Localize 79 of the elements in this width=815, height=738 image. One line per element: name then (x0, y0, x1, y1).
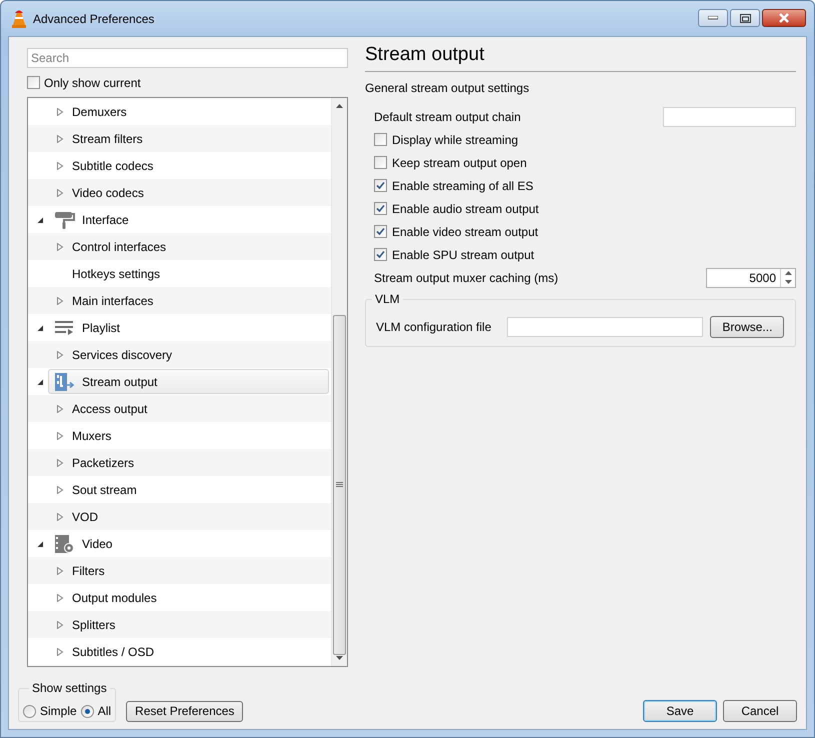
setting-label: Default stream output chain (374, 110, 521, 124)
paint-roller-icon (53, 210, 77, 230)
tree-item[interactable]: Sout stream (64, 477, 329, 502)
checkbox-label: Enable video stream output (392, 224, 538, 238)
expand-icon[interactable] (56, 350, 64, 358)
tree-item[interactable]: Stream output (48, 369, 329, 394)
window-title: Advanced Preferences (33, 12, 154, 26)
dialog-button[interactable]: Cancel (723, 700, 797, 722)
collapse-icon[interactable] (36, 378, 44, 386)
checkbox-label: Enable audio stream output (392, 202, 539, 216)
minimize-button[interactable] (698, 9, 728, 27)
setting-checkbox[interactable] (374, 248, 387, 261)
panel-title: Stream output (365, 44, 796, 72)
tree-item[interactable]: Subtitles / OSD (64, 639, 329, 664)
expand-icon[interactable] (56, 648, 64, 656)
tree-item[interactable]: Playlist (48, 315, 329, 340)
setting-label: VLM configuration file (376, 320, 492, 334)
expand-icon[interactable] (56, 566, 64, 574)
tree-item[interactable]: Subtitle codecs (64, 153, 329, 178)
setting-checkbox[interactable] (374, 179, 387, 192)
expand-icon[interactable] (56, 432, 64, 440)
scroll-thumb[interactable] (333, 315, 346, 655)
collapse-icon[interactable] (36, 324, 44, 332)
collapse-icon[interactable] (36, 540, 44, 548)
browse-button[interactable]: Browse... (710, 316, 784, 338)
section-heading: General stream output settings (365, 81, 530, 95)
spin-up-icon[interactable] (784, 271, 792, 275)
tree-item[interactable]: Muxers (64, 423, 329, 448)
expand-icon[interactable] (56, 242, 64, 250)
expand-icon[interactable] (56, 188, 64, 196)
radio-label: Simple (40, 704, 77, 718)
dialog-button[interactable]: Save (643, 700, 717, 722)
setting-checkbox[interactable] (374, 225, 387, 238)
tree-item[interactable]: Output modules (64, 585, 329, 610)
expand-icon[interactable] (56, 404, 64, 412)
maximize-icon (740, 14, 750, 22)
radio-button[interactable] (80, 704, 94, 718)
stream-output-icon (53, 372, 77, 392)
expand-icon[interactable] (56, 512, 64, 520)
tree-item[interactable]: Interface (48, 207, 329, 232)
expand-icon[interactable] (56, 108, 64, 116)
traffic-cone-icon (11, 10, 27, 28)
expand-icon[interactable] (56, 620, 64, 628)
expand-icon[interactable] (56, 594, 64, 602)
setting-checkbox[interactable] (374, 156, 387, 169)
maximize-button[interactable] (730, 9, 760, 27)
tree-item[interactable]: Video (48, 531, 329, 556)
close-icon (778, 13, 790, 23)
search-field[interactable]: Search (27, 48, 348, 68)
minimize-icon (708, 16, 718, 20)
checkbox-label: Enable streaming of all ES (392, 178, 534, 192)
expand-icon[interactable] (56, 458, 64, 466)
only-current-checkbox[interactable] (27, 76, 40, 89)
expand-icon[interactable] (56, 162, 64, 170)
group-title: VLM (372, 292, 403, 306)
reset-button[interactable]: Reset Preferences (126, 700, 244, 722)
checkbox-label: Keep stream output open (392, 156, 527, 170)
group-title: Show settings (29, 681, 110, 695)
setting-checkbox[interactable] (374, 202, 387, 215)
text-field[interactable] (663, 106, 796, 126)
scroll-up-icon[interactable] (336, 104, 343, 108)
collapse-icon[interactable] (36, 216, 44, 224)
radio-button[interactable] (23, 704, 36, 718)
radio-label: All (98, 704, 112, 718)
checkbox-label: Enable SPU stream output (392, 248, 534, 262)
spin-down-icon[interactable] (784, 280, 792, 284)
number-field[interactable]: 5000 (706, 268, 796, 288)
setting-checkbox[interactable] (374, 133, 387, 146)
checkbox-label: Only show current (44, 76, 141, 90)
file-field[interactable] (507, 317, 704, 337)
tree-item[interactable]: Demuxers (64, 99, 329, 124)
expand-icon[interactable] (56, 134, 64, 142)
tree-item[interactable]: Hotkeys settings (64, 261, 329, 286)
expand-icon[interactable] (56, 486, 64, 494)
scrollbar[interactable] (331, 98, 347, 666)
close-button[interactable] (762, 9, 806, 27)
checkbox-label: Display while streaming (392, 132, 518, 146)
expand-icon[interactable] (56, 296, 64, 304)
setting-label: Stream output muxer caching (ms) (374, 270, 558, 284)
